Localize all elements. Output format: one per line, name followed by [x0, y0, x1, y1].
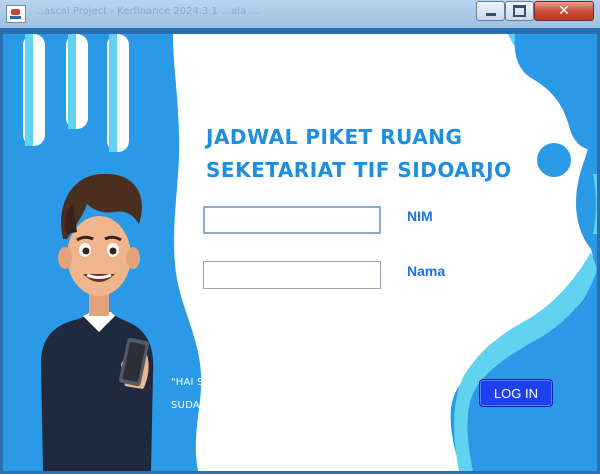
java-cup-icon: [6, 5, 26, 23]
app-heading-line2: SEKETARIAT TIF SIDOARJO: [206, 158, 512, 182]
window-title: …ascal Project - Kerfinance 2024.3.1 …al…: [34, 6, 260, 16]
window-titlebar: …ascal Project - Kerfinance 2024.3.1 …al…: [0, 0, 600, 28]
close-icon: ✕: [558, 3, 570, 19]
nim-label: NIM: [407, 208, 433, 224]
character-illustration: [41, 173, 154, 471]
maximize-button[interactable]: [505, 1, 534, 21]
login-button[interactable]: LOG IN: [479, 379, 553, 407]
nama-input[interactable]: [203, 261, 381, 289]
nim-input[interactable]: [203, 206, 381, 234]
nama-label: Nama: [407, 263, 446, 279]
window-body: JADWAL PIKET RUANG SEKETARIAT TIF SIDOAR…: [0, 28, 600, 474]
greeting-line2: SUDAH SIAP MELAKSANAKAN PIKET HARI INI": [171, 400, 406, 411]
greeting-line1: "HAI SELAMAT DATANG, APAKAH KALIAN: [171, 377, 379, 388]
maximize-icon: [513, 5, 526, 17]
minimize-button[interactable]: [476, 1, 505, 21]
minimize-icon: [485, 12, 496, 16]
login-panel: JADWAL PIKET RUANG SEKETARIAT TIF SIDOAR…: [3, 34, 597, 471]
app-heading-line1: JADWAL PIKET RUANG: [206, 125, 463, 149]
close-button[interactable]: ✕: [534, 1, 594, 21]
